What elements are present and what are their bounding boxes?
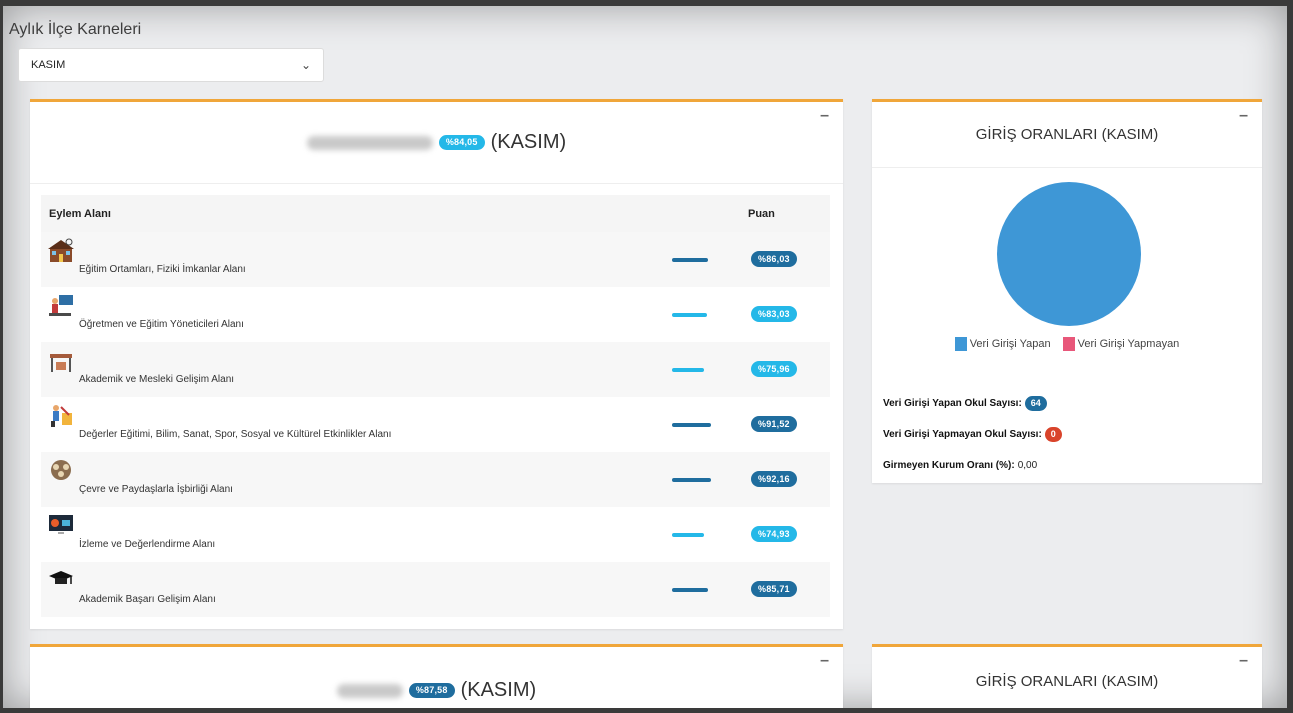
stat-label: Veri Girişi Yapan Okul Sayısı: <box>883 398 1022 409</box>
graduation-cap-icon <box>47 568 75 594</box>
activities-icon <box>47 403 75 429</box>
stat-label: Girmeyen Kurum Oranı (%): <box>883 460 1015 471</box>
progress-bar <box>672 587 708 592</box>
month-select[interactable]: KASIM ⌄ <box>18 48 324 82</box>
table-row: İzleme ve Değerlendirme Alanı %74,93 <box>41 507 830 562</box>
area-cell: Çevre ve Paydaşlarla İşbirliği Alanı <box>41 452 670 507</box>
stat-label: Veri Girişi Yapmayan Okul Sayısı: <box>883 429 1042 440</box>
card-title-month: (KASIM) <box>490 131 567 153</box>
score-badge: %75,96 <box>751 361 797 377</box>
entry-rates-title: GİRİŞ ORANLARI (KASIM) <box>872 647 1262 708</box>
area-cell: İzleme ve Değerlendirme Alanı <box>41 507 670 562</box>
legend-swatch <box>1062 337 1075 351</box>
action-area-table: Eylem Alanı Puan Eğitim Ortamları, Fizik… <box>41 195 830 617</box>
area-label: Eğitim Ortamları, Fiziki İmkanlar Alanı <box>79 264 246 275</box>
progress-bar <box>672 477 711 482</box>
legend-item[interactable]: Veri Girişi Yapmayan <box>1062 337 1180 351</box>
legend-label: Veri Girişi Yapmayan <box>1077 338 1180 350</box>
teacher-icon <box>47 293 75 319</box>
area-cell: Değerler Eğitimi, Bilim, Sanat, Spor, So… <box>41 397 670 452</box>
stat-row: Girmeyen Kurum Oranı (%): 0,00 <box>883 450 1062 481</box>
progress-bar <box>672 367 704 372</box>
area-cell: Eğitim Ortamları, Fiziki İmkanlar Alanı <box>41 232 670 287</box>
card-title-month: (KASIM) <box>460 679 537 701</box>
stat-row: Veri Girişi Yapan Okul Sayısı: 64 <box>883 388 1062 419</box>
column-header-area: Eylem Alanı <box>41 195 670 232</box>
table-row: Akademik Başarı Gelişim Alanı %85,71 <box>41 562 830 617</box>
area-label: Akademik Başarı Gelişim Alanı <box>79 594 216 605</box>
legend-item[interactable]: Veri Girişi Yapan <box>954 337 1051 351</box>
score-badge: %91,52 <box>751 416 797 432</box>
table-row: Değerler Eğitimi, Bilim, Sanat, Spor, So… <box>41 397 830 452</box>
entry-rates-title: GİRİŞ ORANLARI (KASIM) <box>872 102 1262 168</box>
district-report-card: – %84,05 (KASIM) Eylem Alanı Puan Eğitim… <box>30 99 843 629</box>
table-row: Akademik ve Mesleki Gelişim Alanı %75,96 <box>41 342 830 397</box>
card-header: %87,58 (KASIM) <box>30 641 843 708</box>
area-cell: Akademik ve Mesleki Gelişim Alanı <box>41 342 670 397</box>
table-row: Öğretmen ve Eğitim Yöneticileri Alanı %83… <box>41 287 830 342</box>
chevron-down-icon: ⌄ <box>300 58 311 72</box>
page-title: Aylık İlçe Karneleri <box>9 21 142 38</box>
score-badge: %83,03 <box>751 306 797 322</box>
entry-stats: Veri Girişi Yapan Okul Sayısı: 64 Veri Gir… <box>883 388 1062 481</box>
progress-bar <box>672 312 707 317</box>
district-report-card-2: – %87,58 (KASIM) <box>30 644 843 708</box>
area-label: Akademik ve Mesleki Gelişim Alanı <box>79 374 235 385</box>
card-header: %84,05 (KASIM) <box>30 102 843 184</box>
table-row: Eğitim Ortamları, Fiziki İmkanlar Alanı%… <box>41 232 830 287</box>
monitor-icon <box>47 513 75 539</box>
area-label: Çevre ve Paydaşlarla İşbirliği Alanı <box>79 484 233 495</box>
pie-legend: Veri Girişi Yapan Veri Girişi Yapmayan <box>872 337 1262 351</box>
legend-swatch <box>954 337 967 351</box>
legend-label: Veri Girişi Yapan <box>969 338 1051 350</box>
stat-row: Veri Girişi Yapmayan Okul Sayısı: 0 <box>883 419 1062 450</box>
page: Aylık İlçe Karneleri KASIM ⌄ – %84,05 (K… <box>3 6 1287 708</box>
entry-rates-pie-chart <box>997 182 1141 326</box>
score-badge: %86,03 <box>751 251 797 267</box>
progress-bar <box>672 532 704 537</box>
score-badge: %85,71 <box>751 581 797 597</box>
stat-count-badge: 0 <box>1044 427 1062 442</box>
progress-bar <box>672 422 711 427</box>
area-cell: Öğretmen ve Eğitim Yöneticileri Alanı <box>41 287 670 342</box>
area-cell: Akademik Başarı Gelişim Alanı <box>41 562 670 617</box>
partnership-icon <box>47 458 75 484</box>
entry-rates-card: – GİRİŞ ORANLARI (KASIM) Veri Girişi Yap… <box>872 99 1262 483</box>
stat-count-badge: 64 <box>1024 396 1047 411</box>
score-badge: %74,93 <box>751 526 797 542</box>
table-row: Çevre ve Paydaşlarla İşbirliği Alanı %92,… <box>41 452 830 507</box>
entry-rates-card-2: – GİRİŞ ORANLARI (KASIM) <box>872 644 1262 708</box>
month-select-value: KASIM <box>31 59 66 71</box>
pie-slice[interactable] <box>997 182 1141 326</box>
school-building-icon <box>47 238 75 264</box>
progress-bar <box>672 257 708 262</box>
redacted-district-name <box>306 135 433 150</box>
desk-icon <box>47 348 75 374</box>
area-label: Öğretmen ve Eğitim Yöneticileri Alanı <box>79 319 244 330</box>
overall-score-badge: %84,05 <box>438 135 485 150</box>
overall-score-badge: %87,58 <box>408 683 455 698</box>
area-label: İzleme ve Değerlendirme Alanı <box>79 539 216 550</box>
redacted-district-name <box>336 683 403 698</box>
column-header-score: Puan <box>740 195 830 232</box>
stat-value: 0,00 <box>1017 460 1038 471</box>
area-label: Değerler Eğitimi, Bilim, Sanat, Spor, So… <box>79 429 392 440</box>
score-badge: %92,16 <box>751 471 797 487</box>
